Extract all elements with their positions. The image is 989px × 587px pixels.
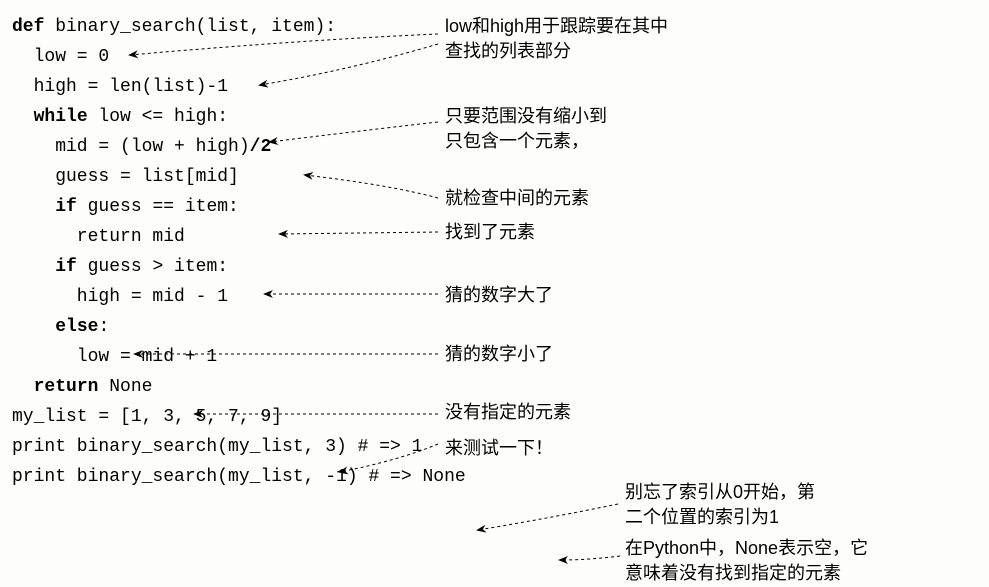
annotation-not-found: 没有指定的元素	[445, 400, 571, 425]
annotation-mid: 就检查中间的元素	[445, 186, 589, 211]
annotation-while: 只要范围没有缩小到 只包含一个元素，	[445, 104, 607, 154]
annotation-index: 别忘了索引从0开始，第 二个位置的索引为1	[625, 480, 815, 530]
annotation-low-high: low和high用于跟踪要在其中 查找的列表部分	[445, 14, 668, 64]
annotation-too-high: 猜的数字大了	[445, 283, 553, 308]
annotation-too-low: 猜的数字小了	[445, 342, 553, 367]
annotation-found: 找到了元素	[445, 220, 535, 245]
annotations-layer: low和high用于跟踪要在其中 查找的列表部分 只要范围没有缩小到 只包含一个…	[0, 0, 989, 587]
annotation-none: 在Python中，None表示空，它 意味着没有找到指定的元素	[625, 536, 868, 586]
annotation-test: 来测试一下！	[445, 436, 553, 461]
